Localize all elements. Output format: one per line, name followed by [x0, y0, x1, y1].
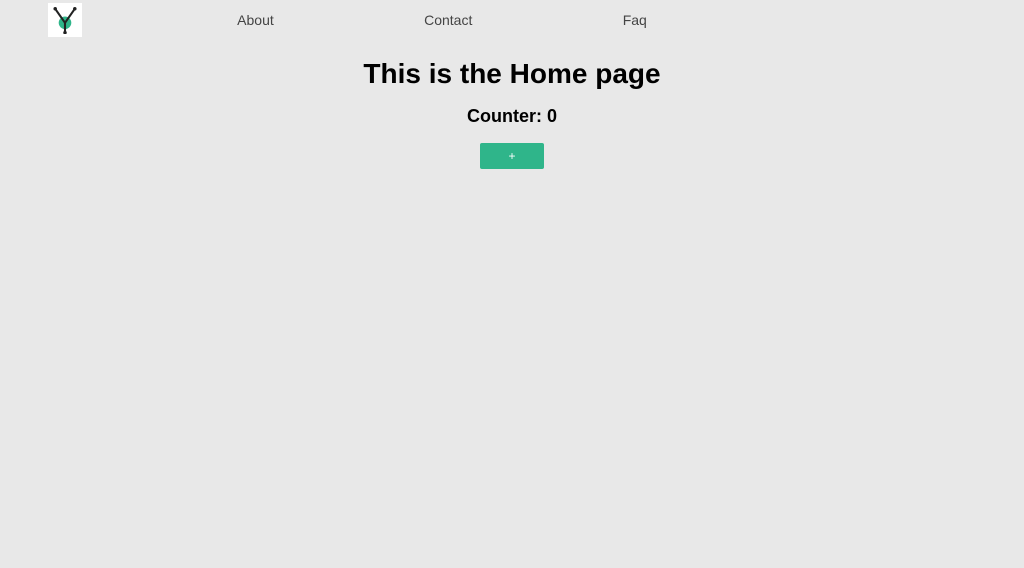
main-content: This is the Home page Counter: 0 +: [0, 58, 1024, 169]
counter-display: Counter: 0: [0, 106, 1024, 127]
nav-link-faq[interactable]: Faq: [623, 12, 647, 28]
nav-links: About Contact Faq: [162, 12, 722, 28]
logo-icon: [51, 6, 79, 34]
increment-button[interactable]: +: [480, 143, 544, 169]
page-title: This is the Home page: [0, 58, 1024, 90]
nav-link-contact[interactable]: Contact: [424, 12, 472, 28]
counter-value: 0: [547, 106, 557, 126]
navbar: About Contact Faq: [0, 0, 1024, 40]
nav-link-about[interactable]: About: [237, 12, 274, 28]
counter-label: Counter:: [467, 106, 547, 126]
logo[interactable]: [48, 3, 82, 37]
